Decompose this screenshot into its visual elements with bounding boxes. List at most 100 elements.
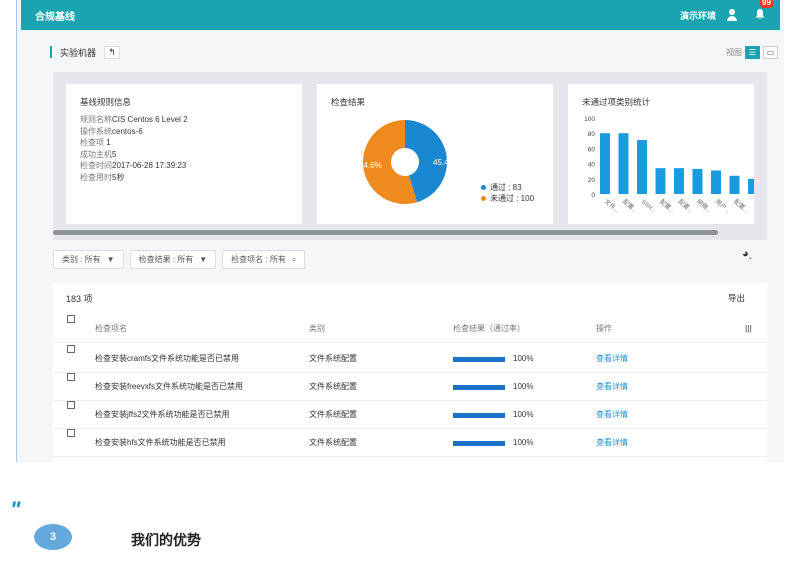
info-value: 2017-06-28 17:39:23: [112, 161, 187, 170]
y-tick-label: 100: [584, 116, 595, 123]
bar[interactable]: [618, 133, 629, 194]
category-bar-card: 未通过项类别统计 0 20 40 60 80 100 文件... 配置... SSH... 配置.…: [568, 84, 754, 224]
info-value: 5: [112, 149, 117, 159]
pass-rate: 100%: [513, 382, 534, 391]
row-checkbox[interactable]: [67, 401, 75, 409]
filter-item-name-label: 检查项名 : 所有: [231, 255, 286, 264]
filter-result-label: 检查结果 : 所有: [138, 255, 194, 264]
quote-mark-icon: ": [10, 497, 21, 522]
pass-rate-bar: [453, 356, 505, 362]
crumb-title: 实验机器: [60, 47, 97, 58]
row-result: 100%: [453, 373, 533, 401]
y-tick-label: 0: [591, 192, 595, 199]
x-tick-label: 用户...: [714, 197, 732, 214]
info-value: CIS Centos 6 Level 2: [112, 115, 188, 124]
sub-bar: 实验机器 ↰ 视图 ☰ ▭: [50, 44, 778, 60]
monitor-view-icon[interactable]: ▭: [763, 45, 778, 59]
table-row: 检查安装jffs2文件系统功能是否已禁用 文件系统配置 100% 查看详情: [53, 401, 767, 429]
row-name: 检查安装freevxfs文件系统功能是否已禁用: [95, 382, 244, 391]
select-all-checkbox[interactable]: [67, 315, 75, 323]
view-label: 视图: [726, 47, 742, 57]
view-detail-link[interactable]: 查看详情: [596, 373, 628, 401]
rule-info-card: 基线规则信息 规则名称CIS Centos 6 Level 2 操作系统cent…: [66, 84, 302, 224]
view-detail-link[interactable]: 查看详情: [596, 429, 628, 457]
view-detail-link[interactable]: 查看详情: [596, 401, 628, 429]
bar[interactable]: [637, 140, 647, 194]
rule-info-list: 规则名称CIS Centos 6 Level 2 操作系统centos-6 检查…: [80, 114, 188, 183]
filter-icon: ▼: [106, 255, 115, 264]
header-type: 类别: [309, 324, 325, 333]
horizontal-scrollbar[interactable]: [53, 230, 767, 235]
section-title: 我们的优势: [131, 532, 201, 548]
pie-label-fail: 54.6%: [359, 161, 382, 170]
bar[interactable]: [748, 178, 754, 194]
bar[interactable]: [729, 175, 740, 194]
column-settings-icon[interactable]: |||: [745, 315, 752, 343]
result-pie-card: 检查结果 45.4% 54.6% 通过 : 83 未通过 : 100: [317, 84, 553, 224]
pass-rate-bar: [453, 384, 505, 390]
info-value: 5秒: [112, 172, 125, 182]
pass-rate: 100%: [513, 410, 534, 419]
row-checkbox[interactable]: [67, 429, 75, 437]
bar[interactable]: [711, 170, 721, 194]
row-name: 检查安装hfs文件系统功能是否已禁用: [95, 438, 226, 447]
pass-rate-bar: [453, 412, 505, 418]
top-bar: 合规基线 演示环境 99: [21, 0, 780, 30]
list-view-icon[interactable]: ☰: [745, 45, 760, 59]
y-tick-label: 40: [588, 162, 596, 169]
row-checkbox[interactable]: [67, 345, 75, 353]
bar[interactable]: [600, 133, 610, 194]
bar[interactable]: [674, 168, 684, 194]
view-detail-link[interactable]: 查看详情: [596, 345, 628, 373]
filter-item-name[interactable]: 检查项名 : 所有 ⌕: [222, 250, 306, 269]
section-number: 3: [34, 524, 72, 550]
item-count: 183 项: [66, 294, 93, 304]
legend-pass-label: 通过 : 83: [490, 183, 522, 192]
filter-category[interactable]: 类别 : 所有 ▼: [53, 250, 124, 269]
export-button[interactable]: 导出: [728, 292, 745, 304]
row-result: 100%: [453, 429, 533, 457]
legend-fail: 未通过 : 100: [481, 193, 534, 204]
table-row: 检查安装cramfs文件系统功能是否已禁用 文件系统配置 100% 查看详情: [53, 345, 767, 373]
bar[interactable]: [655, 168, 666, 194]
filter-result[interactable]: 检查结果 : 所有 ▼: [129, 250, 217, 269]
info-value: centos-6: [112, 126, 143, 136]
header-result: 检查结果（通过率）: [453, 324, 525, 333]
env-label[interactable]: 演示环境: [680, 9, 716, 22]
y-tick-label: 80: [588, 131, 596, 138]
table-row: 检查安装freevxfs文件系统功能是否已禁用 文件系统配置 100% 查看详情: [53, 373, 767, 401]
x-tick-label: 配置...: [732, 198, 750, 215]
legend-pass: 通过 : 83: [481, 182, 534, 193]
row-type: 文件系统配置: [309, 410, 357, 419]
breadcrumb: 实验机器 ↰: [50, 45, 121, 59]
info-key: 规则名称: [80, 115, 112, 124]
bar[interactable]: [692, 168, 703, 194]
bell-icon[interactable]: 99: [754, 0, 773, 22]
filter-category-label: 类别 : 所有: [62, 255, 101, 264]
x-tick-label: 文件...: [603, 197, 621, 214]
filter-bar: 类别 : 所有 ▼ 检查结果 : 所有 ▼ 检查项名 : 所有 ⌕: [53, 250, 306, 269]
info-value: 1: [104, 138, 111, 147]
scrollbar-thumb[interactable]: [53, 230, 718, 235]
pass-rate-bar: [453, 440, 505, 446]
pass-rate: 100%: [513, 438, 534, 447]
x-tick-label: SSH...: [640, 199, 657, 215]
row-name: 检查安装cramfs文件系统功能是否已禁用: [95, 354, 239, 363]
chart-toggle-icon[interactable]: ◕˯: [742, 248, 762, 264]
info-key: 检查项: [80, 138, 104, 147]
pie-legend: 通过 : 83 未通过 : 100: [481, 182, 534, 204]
y-tick-label: 60: [588, 146, 596, 153]
rule-info-title: 基线规则信息: [80, 97, 132, 107]
crumb-accent: [50, 46, 52, 58]
up-level-button[interactable]: ↰: [104, 45, 121, 59]
header-op: 操作: [596, 324, 612, 333]
brand-title: 合规基线: [35, 11, 75, 23]
y-tick-label: 20: [588, 177, 596, 184]
row-result: 100%: [453, 401, 533, 429]
row-checkbox[interactable]: [67, 373, 75, 381]
pie-label-pass: 45.4%: [433, 158, 456, 167]
legend-fail-label: 未通过 : 100: [490, 194, 535, 203]
row-type: 文件系统配置: [309, 438, 357, 447]
user-icon[interactable]: [726, 9, 738, 21]
x-tick-label: 配置...: [677, 198, 695, 215]
